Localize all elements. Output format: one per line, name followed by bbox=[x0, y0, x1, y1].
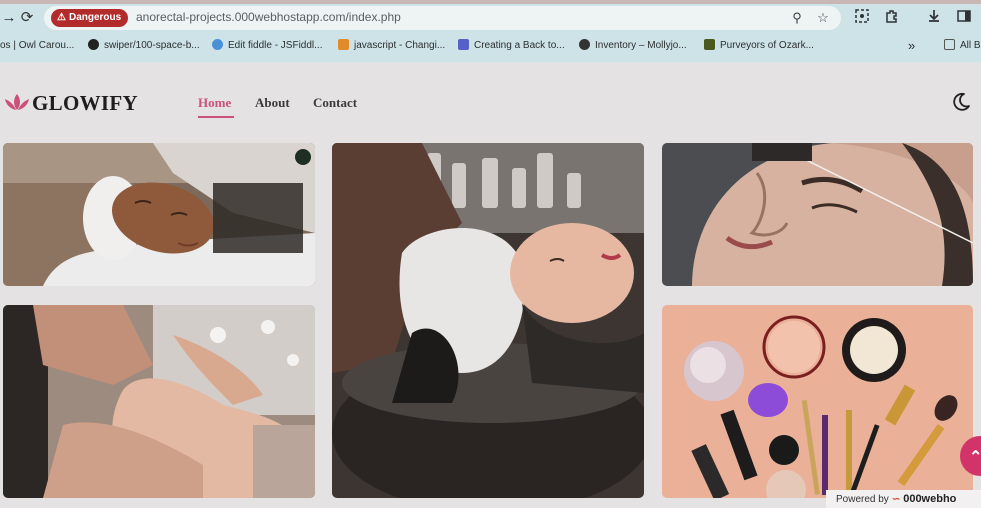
zoom-icon[interactable]: ⚲ bbox=[788, 9, 806, 27]
makeup-products-image[interactable] bbox=[662, 305, 973, 498]
site-icon bbox=[458, 39, 469, 50]
cloud-icon bbox=[212, 39, 223, 50]
hosting-logo-icon: ∽ bbox=[891, 494, 901, 505]
globe-icon bbox=[579, 39, 590, 50]
download-icon[interactable] bbox=[924, 8, 944, 28]
security-warning-chip[interactable]: ⚠ Dangerous bbox=[51, 9, 128, 27]
extensions-icon[interactable] bbox=[882, 8, 902, 28]
nav-home-link[interactable]: Home bbox=[198, 95, 231, 111]
bookmark-item[interactable]: Creating a Back to... bbox=[458, 38, 565, 54]
gallery-grid bbox=[0, 142, 981, 508]
bookmark-star-icon[interactable]: ☆ bbox=[814, 9, 832, 27]
tab-strip bbox=[0, 0, 981, 4]
url-text[interactable]: anorectal-projects.000webhostapp.com/ind… bbox=[136, 10, 401, 24]
reload-icon[interactable]: ⟳ bbox=[18, 9, 36, 27]
stackoverflow-icon bbox=[338, 39, 349, 50]
bookmark-item[interactable]: Inventory – Mollyjo... bbox=[579, 38, 687, 54]
browser-chrome: → ⟳ ⚠ Dangerous anorectal-projects.000web… bbox=[0, 0, 981, 62]
nav-contact-link[interactable]: Contact bbox=[313, 95, 357, 111]
powered-by-badge[interactable]: Powered by ∽ 000webho bbox=[826, 490, 981, 508]
all-bookmarks-button[interactable]: All B bbox=[944, 38, 981, 54]
theme-toggle-button[interactable] bbox=[950, 91, 972, 113]
facial-mask-image[interactable] bbox=[3, 143, 315, 286]
back-arrow-icon[interactable]: → bbox=[0, 9, 18, 27]
side-panel-icon[interactable] bbox=[954, 8, 974, 28]
bookmarks-bar: os | Owl Carou... swiper/100-space-b... … bbox=[0, 34, 981, 58]
warning-icon: ⚠ bbox=[57, 12, 66, 23]
site-header: GLOWIFY Home About Contact bbox=[0, 62, 981, 142]
bookmark-item[interactable]: swiper/100-space-b... bbox=[88, 38, 200, 54]
site-icon bbox=[704, 39, 715, 50]
moon-icon bbox=[953, 92, 970, 111]
nav-about-link[interactable]: About bbox=[255, 95, 290, 111]
more-bookmarks-button[interactable]: » bbox=[908, 38, 915, 54]
bookmark-item[interactable]: Edit fiddle - JSFiddl... bbox=[212, 38, 322, 54]
bookmark-item[interactable]: os | Owl Carou... bbox=[0, 38, 74, 54]
github-icon bbox=[88, 39, 99, 50]
foot-massage-image[interactable] bbox=[3, 305, 315, 498]
folder-icon bbox=[944, 39, 955, 50]
address-bar[interactable]: ⚠ Dangerous anorectal-projects.000webhost… bbox=[44, 6, 841, 30]
eyebrow-threading-image[interactable] bbox=[662, 143, 973, 286]
screen-capture-icon[interactable] bbox=[852, 8, 872, 28]
brand-name: GLOWIFY bbox=[32, 91, 138, 115]
bookmark-item[interactable]: javascript - Changi... bbox=[338, 38, 445, 54]
lotus-icon bbox=[5, 94, 29, 110]
chevron-up-icon: ⌃ bbox=[969, 449, 981, 466]
bookmark-item[interactable]: Purveyors of Ozark... bbox=[704, 38, 814, 54]
hair-wash-image[interactable] bbox=[332, 143, 644, 498]
active-nav-indicator bbox=[198, 116, 234, 118]
